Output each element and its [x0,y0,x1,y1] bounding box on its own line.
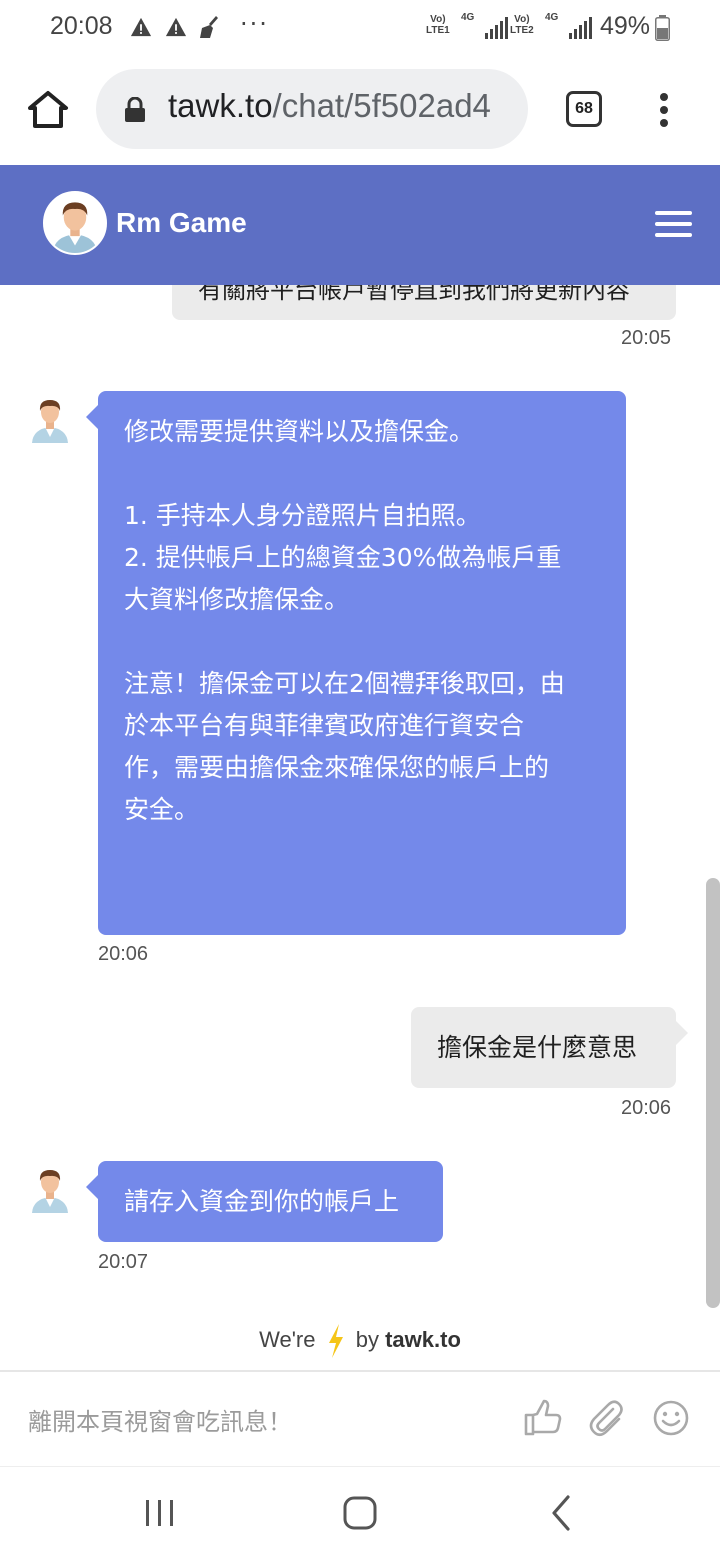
powered-prefix: We're [259,1327,316,1352]
visitor-message: 有關將平台帳戶暫停直到我們將更新內容 [172,285,676,320]
brand-link[interactable]: tawk.to [385,1327,461,1352]
warning-icon [130,17,152,37]
agent-avatar-icon [32,400,68,443]
composer [0,1370,720,1466]
recent-apps-icon[interactable] [140,1493,180,1533]
more-notifications-icon: ··· [240,10,269,38]
url-text[interactable]: tawk.to/chat/5f502ad4 [168,87,491,125]
agent-message: 請存入資金到你的帳戶上 [86,1161,443,1242]
scrollbar[interactable] [706,878,720,1308]
agent-avatar-icon [32,1170,68,1213]
warning-icon [165,17,187,37]
url-domain: tawk.to [168,87,273,124]
sim1-network-type: 4G [461,12,475,23]
sim1-lte: LTE1 [426,25,450,36]
lock-icon[interactable] [124,97,146,123]
tab-switcher-button[interactable]: 68 [566,91,602,127]
sim2-volte: Vo) [514,14,530,25]
message-time: 20:05 [621,327,672,349]
agent-avatar [43,191,107,255]
sim2-label: Vo) LTE2 [510,14,534,36]
powered-by[interactable]: We're by tawk.to [0,1318,720,1362]
sim2-network-type: 4G [545,12,559,23]
battery-percent: 49% [600,12,651,40]
browser-toolbar: tawk.to/chat/5f502ad4 68 [0,58,720,164]
status-bar: 20:08 ··· Vo) LTE1 4G Vo) LTE2 4G 49% [0,0,720,58]
status-time: 20:08 [50,12,113,40]
message-time: 20:07 [98,1251,149,1273]
sim1-volte: Vo) [430,14,446,25]
back-icon[interactable] [542,1493,582,1533]
smiley-icon[interactable] [651,1398,691,1438]
agent-message: 修改需要提供資料以及擔保金。 1. 手持本人身分證照片自拍照。 2. 提供帳戶上… [86,391,626,950]
visitor-message: 擔保金是什麼意思 [411,1007,688,1088]
home-icon[interactable] [26,88,70,132]
sim1-label: Vo) LTE1 [426,14,450,36]
paperclip-icon[interactable] [586,1398,626,1438]
browser-menu-icon[interactable] [654,92,674,128]
url-path: /chat/5f502ad4 [272,87,491,124]
message-time: 20:06 [98,943,149,965]
address-bar[interactable]: tawk.to/chat/5f502ad4 [96,69,528,149]
home-button-icon[interactable] [340,1493,380,1533]
cleaner-icon [200,16,218,38]
signal-icon [569,17,592,39]
system-nav-bar [0,1466,720,1560]
message-time: 20:06 [621,1097,672,1119]
message-input[interactable] [28,1402,498,1442]
sim2-lte: LTE2 [510,25,534,36]
signal-icon [485,17,508,39]
powered-middle: by [355,1327,379,1352]
thumbs-up-icon[interactable] [522,1398,562,1438]
chat-header: Rm Game [0,165,720,285]
message-list[interactable]: 有關將平台帳戶暫停直到我們將更新內容 20:05 修改需要提供資料以及擔保金。 … [0,285,720,1370]
hamburger-icon[interactable] [655,211,692,237]
lightning-bolt-icon [328,1324,343,1359]
battery-icon [655,15,670,41]
person-icon [45,193,105,253]
chat-title: Rm Game [116,207,247,238]
